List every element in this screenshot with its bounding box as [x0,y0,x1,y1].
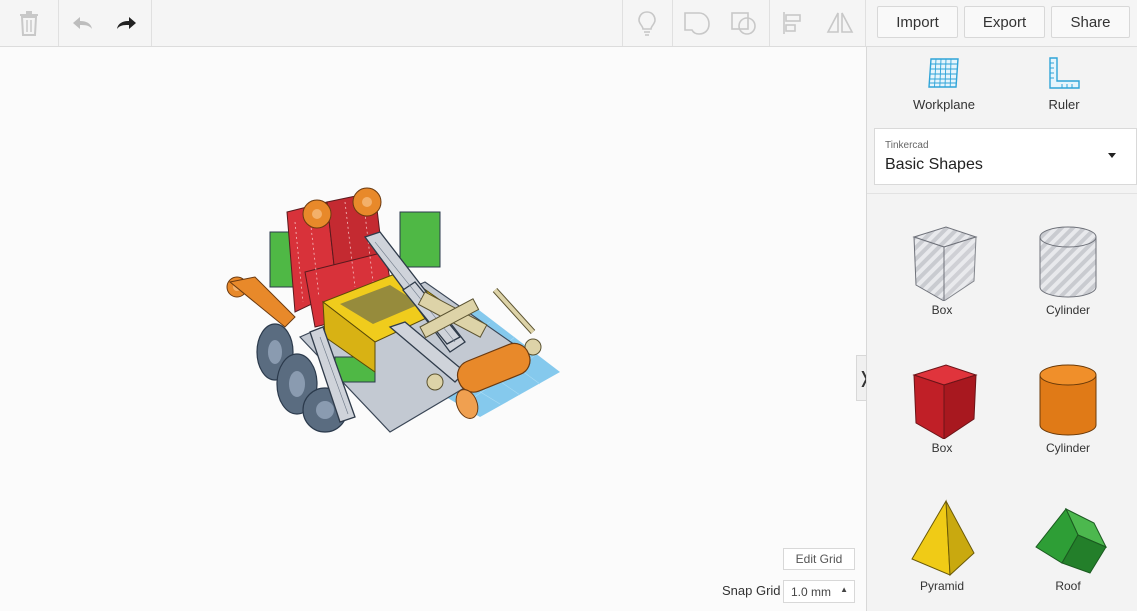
cylinder-icon [1039,364,1097,436]
ruler-icon [1049,57,1080,89]
snap-grid-label: Snap Grid [722,583,781,598]
ruler-tool[interactable]: Ruler [1009,55,1119,117]
shape-library-dropdown[interactable]: Tinkercad Basic Shapes [874,128,1137,185]
ruler-label: Ruler [1048,97,1080,112]
delete-button[interactable] [0,0,58,46]
lightbulb-icon [638,11,656,36]
ungroup-button[interactable] [720,0,768,46]
snap-grid-select[interactable]: 1.0 mm ▲ [783,580,855,603]
shape-pyramid[interactable]: Pyramid [887,495,997,611]
share-button[interactable]: Share [1051,6,1130,38]
group-icon [684,12,710,35]
redo-icon [117,17,136,29]
library-subtitle: Tinkercad [885,140,929,151]
notes-button[interactable] [624,0,670,46]
export-button[interactable]: Export [964,6,1045,38]
workplane-tool[interactable]: Workplane [889,55,999,117]
group-button[interactable] [674,0,720,46]
shape-roof[interactable]: Roof [1013,495,1123,611]
import-button[interactable]: Import [877,6,958,38]
pyramid-icon [911,499,975,577]
right-sidebar: Workplane Ruler Tinkercad Basic Shapes B… [866,47,1137,611]
edit-grid-button[interactable]: Edit Grid [783,548,855,570]
workplane-icon [928,58,959,88]
undo-icon [73,17,92,29]
chevron-down-icon [1108,153,1116,158]
workplane-label: Workplane [913,97,975,112]
shape-label: Box [931,441,953,455]
shape-cylinder[interactable]: Cylinder [1013,357,1123,482]
shape-box-hole[interactable]: Box [887,219,997,344]
shape-label: Box [931,303,953,317]
redo-button[interactable] [104,0,150,46]
shape-box[interactable]: Box [887,357,997,482]
library-title: Basic Shapes [885,156,983,173]
trash-icon [20,11,38,36]
robot-model[interactable] [215,142,565,442]
shape-label: Pyramid [919,579,964,593]
workspace-canvas[interactable]: ❭ Edit Grid Snap Grid 1.0 mm ▲ [0,47,872,611]
shape-label: Cylinder [1045,441,1090,455]
box-icon [912,364,978,439]
mirror-button[interactable] [817,0,863,46]
caret-up-icon: ▲ [840,585,848,594]
undo-button[interactable] [60,0,104,46]
cylinder-hole-icon [1039,226,1097,298]
mirror-icon [826,12,854,33]
align-icon [783,12,801,34]
shape-label: Roof [1055,579,1081,593]
main-toolbar: Import Export Share [0,0,1137,47]
align-button[interactable] [771,0,815,46]
shape-label: Cylinder [1045,303,1090,317]
box-hole-icon [912,226,978,301]
snap-grid-value: 1.0 mm [791,584,832,599]
roof-icon [1035,507,1108,574]
ungroup-icon [731,12,756,35]
shape-cylinder-hole[interactable]: Cylinder [1013,219,1123,344]
